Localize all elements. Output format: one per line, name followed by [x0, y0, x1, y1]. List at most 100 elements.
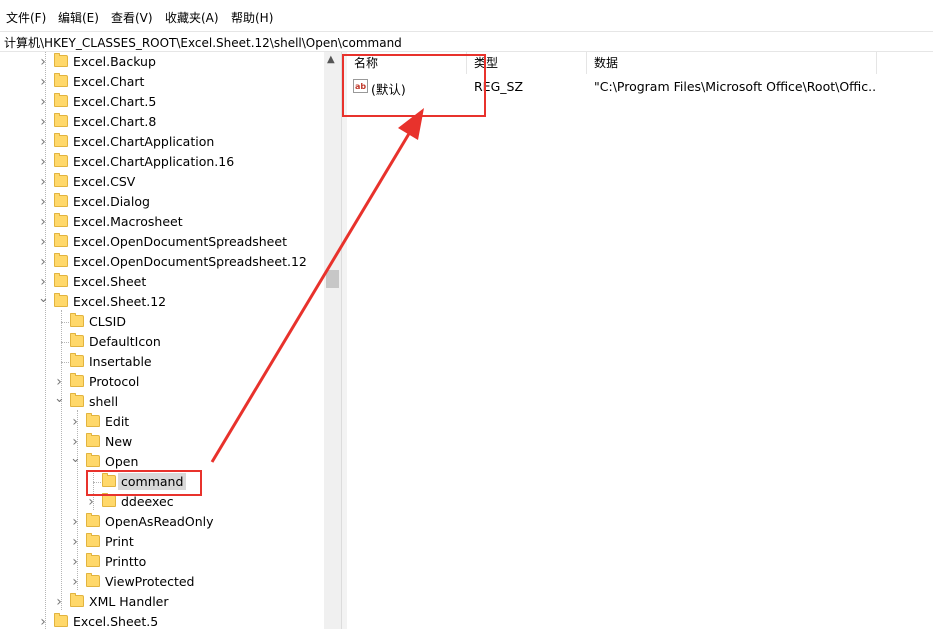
- chevron-down-icon[interactable]: ⌄: [70, 452, 81, 465]
- folder-icon: [70, 313, 84, 327]
- tree-item-label: Excel.Macrosheet: [73, 214, 183, 229]
- tree-item[interactable]: › OpenAsReadOnly: [0, 512, 324, 532]
- tree-item-label: Excel.Chart: [73, 74, 145, 89]
- chevron-right-icon[interactable]: ›: [38, 215, 48, 229]
- chevron-right-icon[interactable]: ›: [38, 615, 48, 629]
- chevron-right-icon[interactable]: ›: [54, 375, 64, 389]
- chevron-right-icon[interactable]: ›: [38, 195, 48, 209]
- tree-guide-line: [61, 322, 69, 323]
- tree-item-label: Excel.Sheet.12: [73, 294, 167, 309]
- tree-item-label: Excel.Sheet.5: [73, 614, 159, 629]
- folder-icon: [70, 353, 84, 367]
- tree-item[interactable]: Insertable: [0, 352, 324, 372]
- menu-edit[interactable]: 编辑(E): [58, 9, 99, 26]
- tree-item[interactable]: CLSID: [0, 312, 324, 332]
- menu-view[interactable]: 查看(V): [111, 9, 153, 26]
- values-list: 名称 类型 数据 ab (默认) REG_SZ "C:\Program File…: [347, 52, 933, 629]
- tree-item-label: Excel.Dialog: [73, 194, 150, 209]
- tree-item[interactable]: › Excel.Chart: [0, 72, 324, 92]
- tree-item-label: New: [105, 434, 133, 449]
- menu-help[interactable]: 帮助(H): [231, 9, 273, 26]
- chevron-right-icon[interactable]: ›: [38, 175, 48, 189]
- folder-icon: [54, 293, 68, 307]
- tree-item-label: Excel.OpenDocumentSpreadsheet.12: [73, 254, 307, 269]
- address-path[interactable]: 计算机\HKEY_CLASSES_ROOT\Excel.Sheet.12\she…: [4, 34, 402, 51]
- folder-icon: [54, 253, 68, 267]
- column-header-data[interactable]: 数据: [587, 52, 877, 74]
- chevron-right-icon[interactable]: ›: [70, 575, 80, 589]
- tree-item[interactable]: ⌄ Open: [0, 452, 324, 472]
- tree-item[interactable]: › Excel.Backup: [0, 52, 324, 72]
- tree-item-label: Protocol: [89, 374, 140, 389]
- folder-icon: [54, 113, 68, 127]
- tree-item[interactable]: › Excel.Sheet: [0, 272, 324, 292]
- chevron-right-icon[interactable]: ›: [38, 135, 48, 149]
- chevron-down-icon[interactable]: ⌄: [54, 392, 65, 405]
- chevron-right-icon[interactable]: ›: [38, 235, 48, 249]
- tree-item-label: Excel.Sheet: [73, 274, 147, 289]
- chevron-right-icon[interactable]: ›: [70, 435, 80, 449]
- tree-item[interactable]: › ViewProtected: [0, 572, 324, 592]
- tree-item-label: Excel.ChartApplication.16: [73, 154, 235, 169]
- chevron-right-icon[interactable]: ›: [70, 555, 80, 569]
- tree-item[interactable]: › Excel.ChartApplication: [0, 132, 324, 152]
- menu-file[interactable]: 文件(F): [6, 9, 46, 26]
- folder-icon: [70, 393, 84, 407]
- tree-guide-line: [61, 362, 69, 363]
- chevron-right-icon[interactable]: ›: [70, 415, 80, 429]
- tree-item[interactable]: DefaultIcon: [0, 332, 324, 352]
- tree-item[interactable]: › New: [0, 432, 324, 452]
- chevron-right-icon[interactable]: ›: [38, 55, 48, 69]
- tree-item[interactable]: › Protocol: [0, 372, 324, 392]
- tree-item[interactable]: › Excel.OpenDocumentSpreadsheet: [0, 232, 324, 252]
- tree-item[interactable]: › Print: [0, 532, 324, 552]
- folder-icon: [70, 593, 84, 607]
- chevron-right-icon[interactable]: ›: [70, 515, 80, 529]
- tree-item[interactable]: › Edit: [0, 412, 324, 432]
- scroll-up-arrow-icon[interactable]: ▲: [327, 54, 335, 65]
- tree-guide-line: [61, 342, 69, 343]
- chevron-down-icon[interactable]: ⌄: [38, 292, 49, 305]
- tree-item[interactable]: › Excel.Dialog: [0, 192, 324, 212]
- tree-item[interactable]: ⌄ shell: [0, 392, 324, 412]
- tree-item[interactable]: › Excel.Macrosheet: [0, 212, 324, 232]
- tree-item[interactable]: › Printto: [0, 552, 324, 572]
- chevron-right-icon[interactable]: ›: [54, 595, 64, 609]
- tree-item[interactable]: ⌄ Excel.Sheet.12: [0, 292, 324, 312]
- tree-item-label: CLSID: [89, 314, 126, 329]
- chevron-right-icon[interactable]: ›: [38, 155, 48, 169]
- chevron-right-icon[interactable]: ›: [86, 495, 96, 509]
- tree-item[interactable]: › Excel.ChartApplication.16: [0, 152, 324, 172]
- folder-icon: [54, 273, 68, 287]
- tree-item[interactable]: › Excel.Sheet.5: [0, 612, 324, 629]
- tree-item-label: Edit: [105, 414, 130, 429]
- chevron-right-icon[interactable]: ›: [38, 115, 48, 129]
- folder-icon: [86, 553, 100, 567]
- folder-icon: [54, 133, 68, 147]
- address-bar[interactable]: 计算机\HKEY_CLASSES_ROOT\Excel.Sheet.12\she…: [0, 31, 933, 52]
- tree-item-label: shell: [89, 394, 119, 409]
- chevron-right-icon[interactable]: ›: [38, 75, 48, 89]
- menu-favorites[interactable]: 收藏夹(A): [165, 9, 219, 26]
- scroll-thumb[interactable]: [326, 270, 339, 288]
- tree-item-label: Insertable: [89, 354, 152, 369]
- chevron-right-icon[interactable]: ›: [38, 275, 48, 289]
- folder-icon: [86, 413, 100, 427]
- annotation-box-default-value: [342, 54, 486, 117]
- folder-icon: [86, 433, 100, 447]
- tree-scrollbar[interactable]: ▲: [324, 52, 341, 629]
- tree-item-label: Excel.CSV: [73, 174, 136, 189]
- tree-item[interactable]: › Excel.Chart.5: [0, 92, 324, 112]
- tree-item[interactable]: › Excel.CSV: [0, 172, 324, 192]
- tree-item[interactable]: › XML Handler: [0, 592, 324, 612]
- chevron-right-icon[interactable]: ›: [38, 95, 48, 109]
- chevron-right-icon[interactable]: ›: [70, 535, 80, 549]
- folder-icon: [86, 573, 100, 587]
- tree-item[interactable]: › Excel.OpenDocumentSpreadsheet.12: [0, 252, 324, 272]
- folder-icon: [54, 93, 68, 107]
- tree-item-label: Print: [105, 534, 134, 549]
- value-data: "C:\Program Files\Microsoft Office\Root\…: [594, 79, 876, 94]
- tree-item-label: XML Handler: [89, 594, 169, 609]
- tree-item[interactable]: › Excel.Chart.8: [0, 112, 324, 132]
- chevron-right-icon[interactable]: ›: [38, 255, 48, 269]
